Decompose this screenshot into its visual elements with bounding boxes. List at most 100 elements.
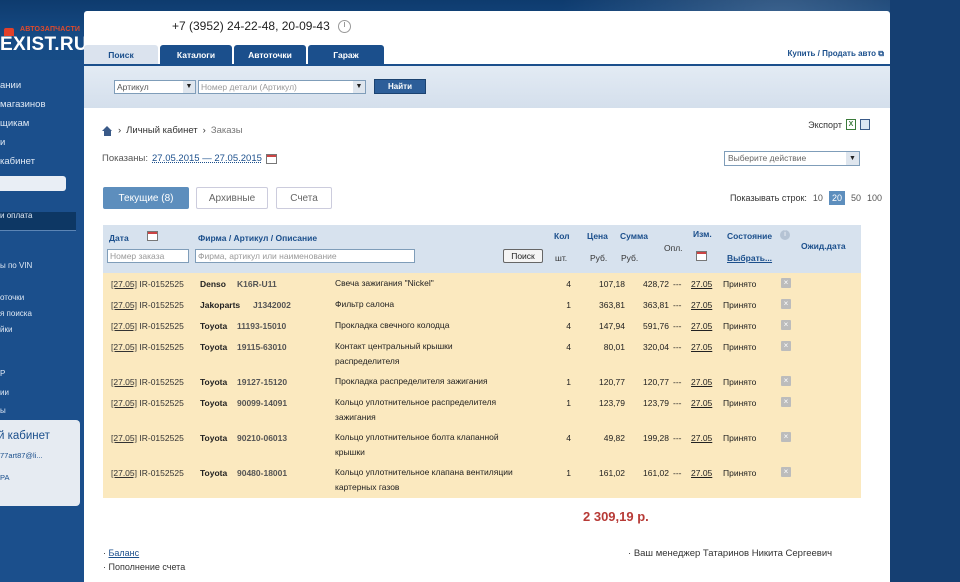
sidebar-sub-points[interactable]: оточки: [0, 293, 24, 302]
changed-date[interactable]: 27.05: [691, 300, 712, 310]
sidebar-sub-search-history[interactable]: я поиска: [0, 309, 32, 318]
col-date[interactable]: Дата: [109, 233, 129, 243]
changed-date[interactable]: 27.05: [691, 398, 712, 408]
order-ref[interactable]: [27.05] IR-0152525: [111, 398, 184, 408]
sidebar-sub-vin[interactable]: ы по VIN: [0, 261, 32, 270]
col-wait-date[interactable]: Ожид.дата: [801, 241, 846, 251]
table-row[interactable]: [27.05] IR-0152525 Toyota 19115-63010 Ко…: [103, 336, 861, 371]
find-button[interactable]: Найти: [374, 79, 426, 94]
excel-export-icon[interactable]: X: [846, 119, 856, 130]
table-row[interactable]: [27.05] IR-0152525 Jakoparts J1342002 Фи…: [103, 294, 861, 315]
sidebar-item-misc[interactable]: и: [0, 137, 5, 148]
article[interactable]: 19127-15120: [237, 377, 287, 387]
tab-archive[interactable]: Архивные: [196, 187, 268, 209]
part-number-input[interactable]: Номер детали (Артикул) ▼: [198, 80, 366, 94]
changed-date[interactable]: 27.05: [691, 342, 712, 352]
action-select[interactable]: Выберите действие ▼: [724, 151, 860, 166]
tab-search[interactable]: Поиск: [84, 45, 158, 64]
sidebar-sub-active[interactable]: [0, 176, 66, 191]
sidebar-item-suppliers[interactable]: щикам: [0, 118, 29, 129]
sidebar-sub-payment[interactable]: и оплата: [0, 211, 32, 220]
search-type-select[interactable]: Артикул ▼: [114, 80, 196, 94]
changed-date[interactable]: 27.05: [691, 433, 712, 443]
tab-catalogs[interactable]: Каталоги: [160, 45, 232, 64]
delete-icon[interactable]: ×: [781, 299, 791, 309]
tab-current[interactable]: Текущие (8): [103, 187, 189, 209]
brand: Denso: [200, 279, 226, 289]
sidebar-sub-settings[interactable]: йки: [0, 325, 12, 334]
changed-date[interactable]: 27.05: [691, 468, 712, 478]
order-ref[interactable]: [27.05] IR-0152525: [111, 342, 184, 352]
delete-icon[interactable]: ×: [781, 432, 791, 442]
rows-option-50[interactable]: 50: [851, 193, 861, 203]
table-row[interactable]: [27.05] IR-0152525 Denso K16R-U11 Свеча …: [103, 273, 861, 294]
info-icon[interactable]: i: [780, 230, 790, 240]
delete-icon[interactable]: ×: [781, 341, 791, 351]
delete-icon[interactable]: ×: [781, 467, 791, 477]
delete-icon[interactable]: ×: [781, 376, 791, 386]
order-number-filter[interactable]: Номер заказа: [107, 249, 189, 263]
sidebar-item-cabinet[interactable]: кабинет: [0, 156, 35, 167]
col-firm[interactable]: Фирма / Артикул / Описание: [198, 233, 317, 243]
clock-icon[interactable]: [337, 19, 351, 33]
firm-filter[interactable]: Фирма, артикул или наименование: [195, 249, 415, 263]
topup-link[interactable]: · Пополнение счета: [103, 560, 185, 574]
article[interactable]: 11193-15010: [237, 321, 286, 331]
tab-garage[interactable]: Гараж: [308, 45, 384, 64]
rows-option-20[interactable]: 20: [828, 191, 845, 205]
logo[interactable]: АВТОЗАПЧАСТИ EXIST.RU: [0, 22, 90, 62]
article[interactable]: J1342002: [253, 300, 291, 310]
table-search-button[interactable]: Поиск: [503, 249, 543, 263]
calendar-icon[interactable]: [696, 251, 707, 261]
article[interactable]: K16R-U11: [237, 279, 277, 289]
tab-vin-request[interactable]: Запрос по VIN: [388, 45, 472, 64]
home-icon[interactable]: [102, 125, 113, 136]
order-ref[interactable]: [27.05] IR-0152525: [111, 468, 184, 478]
calendar-icon[interactable]: [265, 153, 277, 164]
article[interactable]: 90480-18001: [237, 468, 287, 478]
article[interactable]: 19115-63010: [237, 342, 287, 352]
description: Свеча зажигания "Nickel": [335, 278, 434, 288]
order-ref[interactable]: [27.05] IR-0152525: [111, 321, 184, 331]
changed-date[interactable]: 27.05: [691, 321, 712, 331]
table-row[interactable]: [27.05] IR-0152525 Toyota 19127-15120 Пр…: [103, 371, 861, 392]
order-ref[interactable]: [27.05] IR-0152525: [111, 377, 184, 387]
changed-date[interactable]: 27.05: [691, 377, 712, 387]
table-row[interactable]: [27.05] IR-0152525 Toyota 90480-18001 Ко…: [103, 462, 861, 498]
tab-invoices[interactable]: Счета: [276, 187, 332, 209]
article[interactable]: 90210-06013: [237, 433, 287, 443]
order-ref[interactable]: [27.05] IR-0152525: [111, 279, 184, 289]
col-price[interactable]: Цена: [587, 231, 608, 241]
sidebar-item-stores[interactable]: магазинов: [0, 99, 46, 110]
tab-autopoints[interactable]: Автоточки: [234, 45, 306, 64]
balance-link[interactable]: · Баланс: [103, 546, 185, 560]
sidebar-sub-ii[interactable]: ии: [0, 388, 9, 397]
breadcrumb-cabinet[interactable]: Личный кабинет: [126, 125, 197, 136]
sidebar-sub-p[interactable]: P: [0, 369, 5, 378]
table-row[interactable]: [27.05] IR-0152525 Toyota 90210-06013 Ко…: [103, 427, 861, 462]
print-export-icon[interactable]: [860, 119, 870, 130]
account-email[interactable]: 77art87@li...: [0, 451, 80, 460]
article[interactable]: 90099-14091: [237, 398, 287, 408]
calendar-icon[interactable]: [147, 231, 158, 241]
delete-icon[interactable]: ×: [781, 397, 791, 407]
sidebar-sub-y[interactable]: ы: [0, 406, 6, 415]
rows-option-100[interactable]: 100: [867, 193, 882, 203]
col-sum[interactable]: Сумма: [620, 231, 648, 241]
table-row[interactable]: [27.05] IR-0152525 Toyota 90099-14091 Ко…: [103, 392, 861, 427]
sidebar-item-companies[interactable]: ании: [0, 80, 21, 91]
changed-date[interactable]: 27.05: [691, 279, 712, 289]
order-ref[interactable]: [27.05] IR-0152525: [111, 300, 184, 310]
order-ref[interactable]: [27.05] IR-0152525: [111, 433, 184, 443]
delete-icon[interactable]: ×: [781, 320, 791, 330]
date-range-link[interactable]: 27.05.2015 — 27.05.2015: [152, 153, 262, 164]
col-changed[interactable]: Изм.: [693, 229, 712, 239]
rows-option-10[interactable]: 10: [813, 193, 823, 203]
buy-sell-link[interactable]: Купить / Продать авто ⧉: [788, 49, 885, 59]
delete-icon[interactable]: ×: [781, 278, 791, 288]
account-extra[interactable]: РА: [0, 473, 80, 482]
state-select-link[interactable]: Выбрать...: [727, 253, 772, 263]
col-state[interactable]: Состояние: [727, 231, 772, 241]
table-row[interactable]: [27.05] IR-0152525 Toyota 11193-15010 Пр…: [103, 315, 861, 336]
col-qty[interactable]: Кол: [554, 231, 570, 241]
